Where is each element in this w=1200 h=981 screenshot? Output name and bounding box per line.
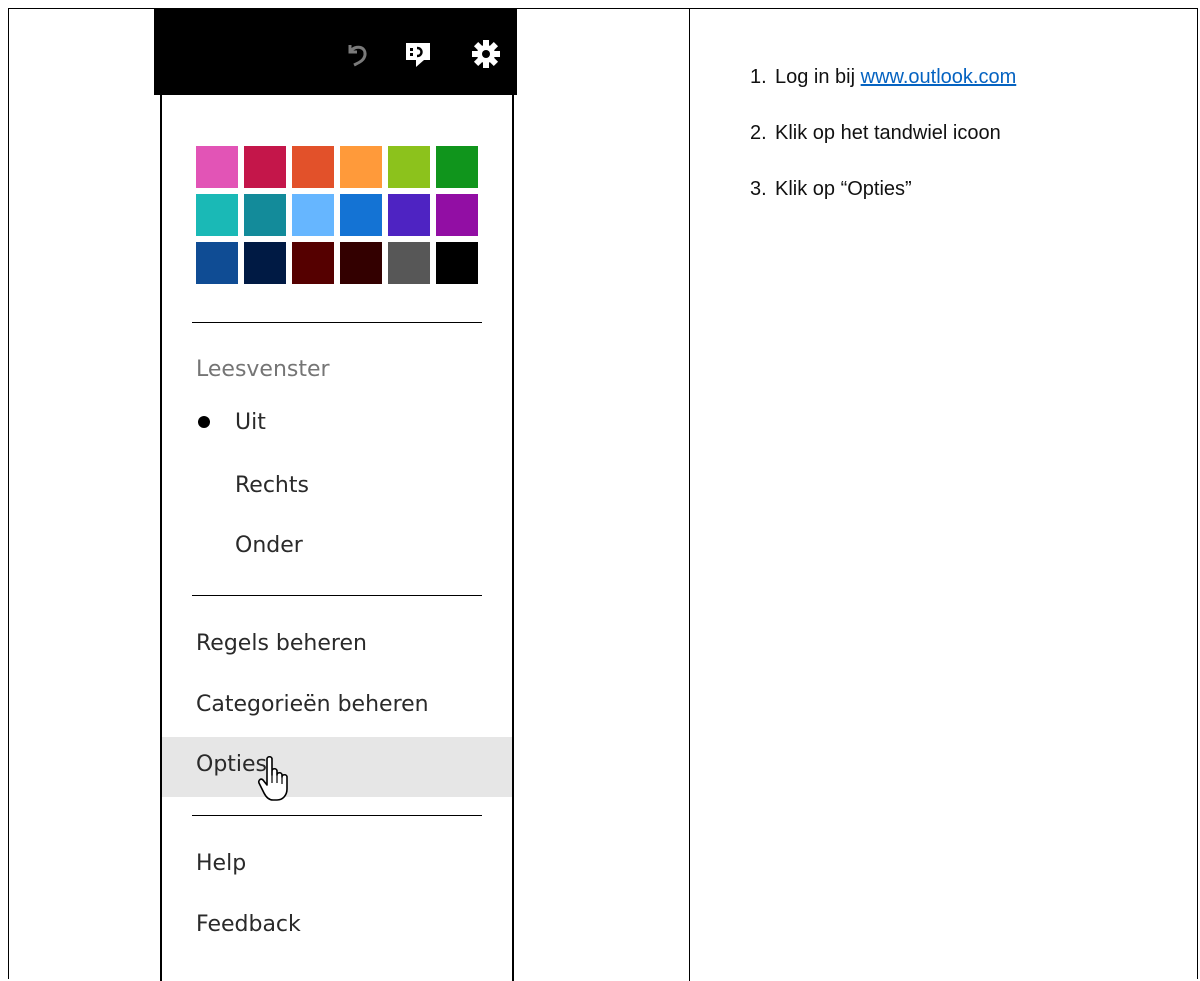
theme-color-swatch[interactable] bbox=[340, 242, 382, 284]
instruction-step-1: 1. Log in bij www.outlook.com bbox=[750, 65, 1016, 121]
theme-color-swatch[interactable] bbox=[244, 194, 286, 236]
theme-color-swatch[interactable] bbox=[436, 194, 478, 236]
step-text: Klik op “Opties” bbox=[775, 178, 912, 200]
theme-color-swatch[interactable] bbox=[244, 146, 286, 188]
outlook-toolbar bbox=[154, 9, 517, 95]
theme-color-swatch[interactable] bbox=[436, 242, 478, 284]
help-item[interactable]: Help bbox=[196, 851, 246, 876]
step-number: 1. bbox=[750, 66, 767, 88]
step-number: 3. bbox=[750, 178, 767, 200]
theme-color-swatch[interactable] bbox=[388, 194, 430, 236]
instruction-step-3: 3. Klik op “Opties” bbox=[750, 177, 1016, 233]
theme-color-swatch[interactable] bbox=[292, 194, 334, 236]
reading-pane-option-right[interactable]: Rechts bbox=[235, 473, 309, 498]
theme-color-swatch[interactable] bbox=[196, 194, 238, 236]
theme-color-swatch[interactable] bbox=[388, 146, 430, 188]
theme-color-swatch[interactable] bbox=[340, 194, 382, 236]
manage-rules-item[interactable]: Regels beheren bbox=[196, 631, 367, 656]
theme-color-swatch[interactable] bbox=[244, 242, 286, 284]
step-number: 2. bbox=[750, 122, 767, 144]
table-cell-divider bbox=[689, 8, 690, 981]
reading-pane-label: Leesvenster bbox=[196, 357, 330, 382]
theme-color-swatch[interactable] bbox=[196, 146, 238, 188]
outlook-link[interactable]: www.outlook.com bbox=[861, 66, 1017, 88]
manage-categories-item[interactable]: Categorieën beheren bbox=[196, 692, 429, 717]
theme-color-swatch[interactable] bbox=[292, 242, 334, 284]
step-text: Klik op het tandwiel icoon bbox=[775, 122, 1001, 144]
reading-pane-option-off[interactable]: Uit bbox=[235, 410, 266, 435]
instruction-step-2: 2. Klik op het tandwiel icoon bbox=[750, 121, 1016, 177]
instruction-steps: 1. Log in bij www.outlook.com 2. Klik op h… bbox=[750, 65, 1016, 233]
undo-icon[interactable] bbox=[342, 39, 372, 69]
theme-color-swatch[interactable] bbox=[340, 146, 382, 188]
settings-dropdown-menu: Leesvenster Uit Rechts Onder Regels behe… bbox=[160, 95, 514, 981]
reading-pane-option-bottom[interactable]: Onder bbox=[235, 533, 303, 558]
menu-divider bbox=[192, 815, 482, 816]
menu-divider bbox=[192, 595, 482, 596]
feedback-chat-icon[interactable] bbox=[403, 39, 433, 69]
feedback-item[interactable]: Feedback bbox=[196, 912, 301, 937]
theme-color-swatch[interactable] bbox=[436, 146, 478, 188]
theme-color-picker bbox=[196, 146, 480, 284]
step-text: Log in bij bbox=[775, 66, 861, 88]
gear-icon[interactable] bbox=[471, 39, 501, 69]
selected-radio-icon bbox=[198, 416, 210, 428]
menu-divider bbox=[192, 322, 482, 323]
theme-color-swatch[interactable] bbox=[196, 242, 238, 284]
theme-color-swatch[interactable] bbox=[292, 146, 334, 188]
theme-color-swatch[interactable] bbox=[388, 242, 430, 284]
hand-pointer-cursor-icon bbox=[258, 755, 288, 801]
